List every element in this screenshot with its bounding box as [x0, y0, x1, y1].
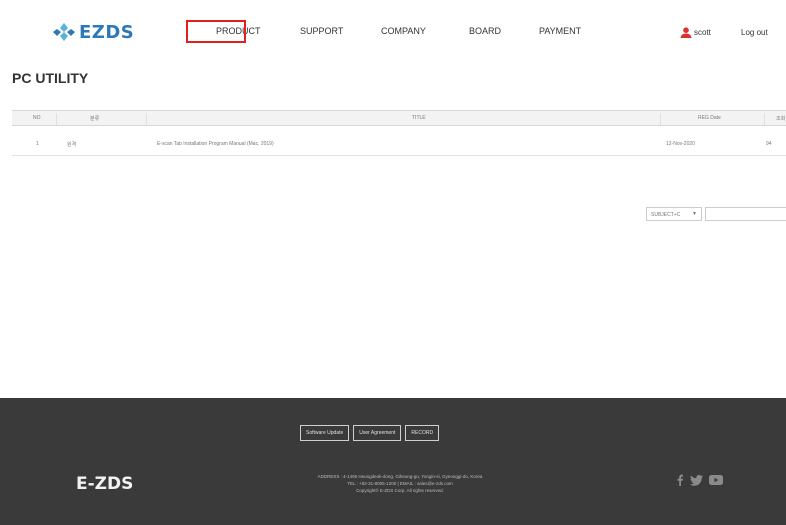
user-info[interactable]: scott [680, 27, 711, 38]
table-row[interactable]: 1 원격 E-scan Tab Installation Program Man… [12, 136, 786, 156]
header-divider [764, 113, 765, 125]
highlight-box [186, 20, 246, 43]
logo-mark-icon [53, 23, 75, 41]
column-header-title: TITLE [412, 115, 426, 121]
user-name: scott [694, 28, 711, 37]
footer-copyright: Copyright© E-ZDS Corp. All rights reserv… [356, 488, 444, 493]
chevron-down-icon: ▼ [692, 211, 697, 217]
footer-link-record[interactable]: RECORD [405, 425, 440, 441]
footer-links: Software Update User Agreement RECORD [300, 425, 440, 441]
footer-contact: TEL : +82-31-8005-1200 | EMAIL : sales@e… [347, 481, 453, 486]
table-header: NO 분류 TITLE REG Date 조회 [12, 110, 786, 126]
column-header-views: 조회 [776, 116, 786, 122]
column-header-date: REG Date [698, 115, 721, 121]
nav-company[interactable]: COMPANY [381, 26, 426, 36]
nav-payment[interactable]: PAYMENT [539, 26, 581, 36]
youtube-icon[interactable] [709, 475, 723, 485]
search-type-select[interactable]: SUBJECT+C ▼ [646, 207, 702, 221]
logo[interactable]: EZDS [53, 21, 134, 43]
social-links [676, 474, 723, 486]
facebook-icon[interactable] [676, 474, 684, 486]
nav-board[interactable]: BOARD [469, 26, 501, 36]
header-divider [660, 113, 661, 125]
search-input[interactable] [705, 207, 786, 221]
page-title: PC UTILITY [12, 70, 89, 86]
footer-address: ADDRESS : 4-1495 Heungdeok-dong, Giheung… [317, 474, 483, 479]
column-header-no: NO [33, 115, 41, 121]
header-divider [56, 113, 57, 125]
nav-support[interactable]: SUPPORT [300, 26, 343, 36]
header-divider [146, 113, 147, 125]
row-date: 12-Nov-2020 [666, 141, 695, 147]
search-type-value: SUBJECT+C [651, 212, 681, 218]
site-footer [0, 398, 786, 525]
footer-link-user-agreement[interactable]: User Agreement [353, 425, 402, 441]
logout-link[interactable]: Log out [741, 28, 768, 37]
logo-text: EZDS [79, 21, 135, 43]
user-icon [680, 27, 692, 38]
twitter-icon[interactable] [690, 474, 703, 486]
row-no: 1 [36, 141, 39, 147]
row-title-link[interactable]: E-scan Tab Installation Program Manual (… [157, 141, 274, 147]
footer-link-software-update[interactable]: Software Update [300, 425, 350, 441]
column-header-category: 분류 [90, 116, 100, 122]
site-header: EZDS PRODUCT SUPPORT COMPANY BOARD PAYME… [0, 0, 786, 62]
footer-brand: E-ZDS [76, 474, 134, 494]
footer-info: ADDRESS : 4-1495 Heungdeok-dong, Giheung… [220, 473, 580, 494]
row-category: 원격 [67, 142, 77, 148]
row-views: 94 [766, 141, 772, 147]
